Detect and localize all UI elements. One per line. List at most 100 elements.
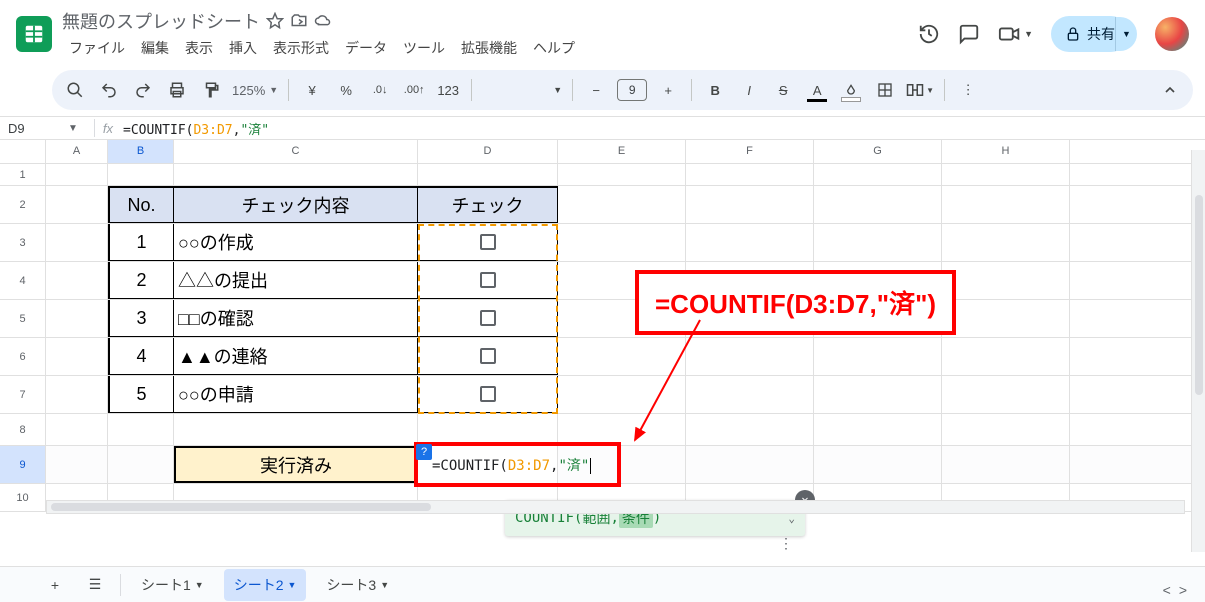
formula-input[interactable]: =COUNTIF(D3:D7,"済": [123, 119, 269, 138]
table-cell[interactable]: 3: [108, 300, 174, 337]
checkbox-icon[interactable]: [480, 348, 496, 364]
decrease-font-button[interactable]: −: [583, 77, 609, 103]
table-cell[interactable]: 5: [108, 376, 174, 413]
checkbox-icon[interactable]: [480, 234, 496, 250]
active-cell-d9[interactable]: ? =COUNTIF(D3:D7,"済": [418, 446, 558, 483]
merge-button[interactable]: ▼: [906, 77, 934, 103]
search-icon[interactable]: [62, 77, 88, 103]
menu-tools[interactable]: ツール: [396, 36, 452, 60]
add-sheet-button[interactable]: +: [40, 571, 70, 599]
collapse-toolbar-icon[interactable]: [1157, 77, 1183, 103]
table-header-content[interactable]: チェック内容: [174, 186, 418, 223]
decrease-decimal-button[interactable]: .0↓: [367, 77, 393, 103]
table-cell[interactable]: △△の提出: [174, 262, 418, 299]
sheet-tab-2[interactable]: シート2▼: [224, 569, 307, 601]
menu-help[interactable]: ヘルプ: [526, 36, 582, 60]
name-box-dropdown-icon[interactable]: ▼: [68, 123, 78, 134]
checkbox-cell[interactable]: [418, 224, 558, 261]
chevron-down-icon[interactable]: ▼: [380, 580, 389, 590]
row-header-7[interactable]: 7: [0, 376, 46, 413]
col-header-H[interactable]: H: [942, 140, 1070, 163]
avatar[interactable]: [1155, 17, 1189, 51]
table-cell[interactable]: 1: [108, 224, 174, 261]
checkbox-cell[interactable]: [418, 376, 558, 413]
col-header-G[interactable]: G: [814, 140, 942, 163]
menu-view[interactable]: 表示: [178, 36, 220, 60]
checkbox-cell[interactable]: [418, 338, 558, 375]
cell-formula-editor[interactable]: =COUNTIF(D3:D7,"済": [422, 455, 591, 475]
col-header-C[interactable]: C: [174, 140, 418, 163]
font-size-input[interactable]: 9: [617, 79, 647, 101]
table-cell[interactable]: ▲▲の連絡: [174, 338, 418, 375]
checkbox-cell[interactable]: [418, 300, 558, 337]
font-select[interactable]: ▼: [482, 77, 562, 103]
menu-edit[interactable]: 編集: [134, 36, 176, 60]
cloud-status-icon[interactable]: [314, 12, 332, 30]
row-header-3[interactable]: 3: [0, 224, 46, 261]
horizontal-scrollbar[interactable]: [46, 500, 1185, 514]
share-dropdown[interactable]: ▼: [1115, 17, 1137, 51]
menu-file[interactable]: ファイル: [62, 36, 132, 60]
increase-decimal-button[interactable]: .00↑: [401, 77, 427, 103]
sheet-tab-3[interactable]: シート3▼: [316, 569, 399, 601]
row-header-4[interactable]: 4: [0, 262, 46, 299]
name-box[interactable]: D9: [8, 121, 68, 136]
checkbox-icon[interactable]: [480, 386, 496, 402]
percent-button[interactable]: %: [333, 77, 359, 103]
zoom-select[interactable]: 125%▼: [232, 83, 278, 98]
vertical-scrollbar[interactable]: [1191, 150, 1205, 552]
menu-extensions[interactable]: 拡張機能: [454, 36, 524, 60]
row-header-1[interactable]: 1: [0, 164, 46, 185]
increase-font-button[interactable]: +: [655, 77, 681, 103]
borders-button[interactable]: [872, 77, 898, 103]
menu-insert[interactable]: 挿入: [222, 36, 264, 60]
col-header-E[interactable]: E: [558, 140, 686, 163]
col-header-B[interactable]: B: [108, 140, 174, 163]
table-header-no[interactable]: No.: [108, 186, 174, 223]
more-icon[interactable]: ⋮: [779, 536, 793, 550]
tab-nav-right-icon[interactable]: >: [1179, 582, 1187, 598]
checkbox-icon[interactable]: [480, 310, 496, 326]
document-title[interactable]: 無題のスプレッドシート: [62, 8, 260, 34]
checkbox-cell[interactable]: [418, 262, 558, 299]
bold-button[interactable]: B: [702, 77, 728, 103]
table-cell[interactable]: □□の確認: [174, 300, 418, 337]
menu-format[interactable]: 表示形式: [266, 36, 336, 60]
table-header-check[interactable]: チェック: [418, 186, 558, 223]
undo-button[interactable]: [96, 77, 122, 103]
tab-nav-left-icon[interactable]: <: [1163, 582, 1171, 598]
all-sheets-button[interactable]: ☰: [80, 571, 110, 599]
redo-button[interactable]: [130, 77, 156, 103]
currency-button[interactable]: ¥: [299, 77, 325, 103]
fill-color-button[interactable]: [838, 77, 864, 103]
text-color-button[interactable]: A: [804, 77, 830, 103]
number-format-button[interactable]: 123: [435, 77, 461, 103]
print-button[interactable]: [164, 77, 190, 103]
meet-icon[interactable]: ▼: [998, 24, 1033, 44]
row-header-5[interactable]: 5: [0, 300, 46, 337]
select-all-corner[interactable]: [0, 140, 46, 163]
move-icon[interactable]: [290, 12, 308, 30]
col-header-A[interactable]: A: [46, 140, 108, 163]
row-header-6[interactable]: 6: [0, 338, 46, 375]
paint-format-button[interactable]: [198, 77, 224, 103]
col-header-F[interactable]: F: [686, 140, 814, 163]
checkbox-icon[interactable]: [480, 272, 496, 288]
row-header-2[interactable]: 2: [0, 186, 46, 223]
italic-button[interactable]: I: [736, 77, 762, 103]
row-header-9[interactable]: 9: [0, 446, 46, 483]
sheet-tab-1[interactable]: シート1▼: [131, 569, 214, 601]
history-icon[interactable]: [918, 23, 940, 45]
table-cell[interactable]: ○○の作成: [174, 224, 418, 261]
menu-data[interactable]: データ: [338, 36, 394, 60]
row-header-10[interactable]: 10: [0, 484, 46, 511]
sheets-logo[interactable]: [16, 16, 52, 52]
more-toolbar-icon[interactable]: ⋮: [955, 77, 981, 103]
col-header-D[interactable]: D: [418, 140, 558, 163]
spreadsheet-grid[interactable]: A B C D E F G H 1 2 No. チェック内容 チェック 3 1 …: [0, 140, 1205, 550]
table-cell[interactable]: 2: [108, 262, 174, 299]
comments-icon[interactable]: [958, 23, 980, 45]
chevron-down-icon[interactable]: ▼: [195, 580, 204, 590]
star-icon[interactable]: [266, 12, 284, 30]
row-header-8[interactable]: 8: [0, 414, 46, 445]
